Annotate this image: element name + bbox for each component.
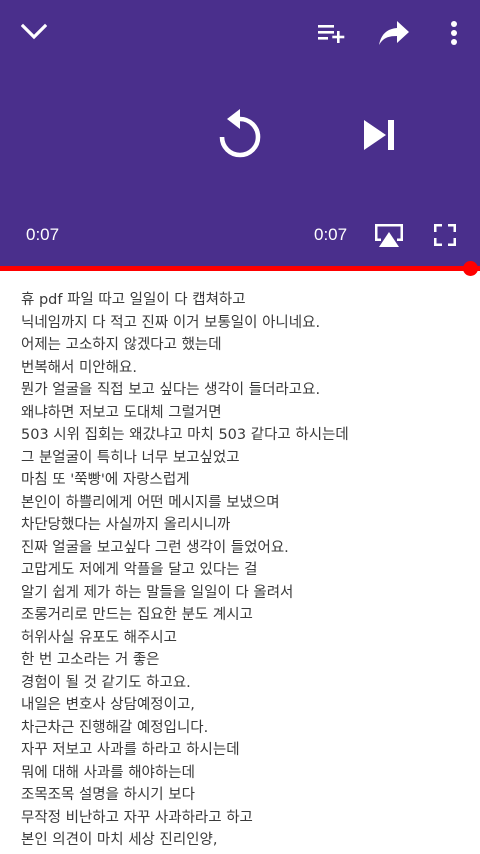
article-line: 뭔가 얼굴을 직접 보고 싶다는 생각이 들더라고요. — [21, 382, 321, 398]
skip-next-icon — [364, 120, 394, 150]
article-line: 왜냐하면 저보고 도대체 그럴거면 — [21, 404, 222, 421]
article-line: 경험이 될 것 같기도 하고요. — [21, 674, 191, 691]
share-icon — [379, 21, 409, 45]
scrubber-handle[interactable] — [463, 261, 478, 276]
article-line: 한 번 고소라는 거 좋은 — [21, 652, 160, 668]
fullscreen-icon — [434, 224, 456, 246]
article-line: 허위사실 유포도 해주시고 — [21, 629, 177, 646]
article-line: 고맙게도 저에게 악플을 달고 있다는 걸 — [21, 562, 258, 578]
article-line: 진짜 얼굴을 보고싶다 그런 생각이 들었어요. — [21, 539, 289, 556]
add-to-queue-icon — [318, 25, 345, 43]
share-button[interactable] — [374, 14, 414, 52]
chevron-down-icon — [21, 23, 47, 40]
article-line: 마침 또 '쭉빵'에 자랑스럽게 — [21, 472, 190, 488]
article-line: 자꾸 저보고 사과를 하라고 하시는데 — [21, 742, 240, 758]
article-line: 조목조목 설명을 하시기 보다 — [21, 787, 195, 803]
article-line: 차근차근 진행해갈 예정입니다. — [21, 719, 209, 736]
article-line: 조롱거리로 만드는 집요한 분도 계시고 — [21, 607, 253, 623]
more-options-button[interactable] — [438, 14, 470, 52]
article-line: 내일은 변호사 상담예정이고, — [21, 697, 195, 713]
article-line: 무작정 비난하고 자꾸 사과하라고 하고 — [21, 809, 253, 826]
article-line: 차단당했다는 사실까지 올리시니까 — [21, 517, 231, 533]
article-line: 알기 쉽게 제가 하는 말들을 일일이 다 올려서 — [21, 584, 294, 601]
article-text: 휴 pdf 파일 따고 일일이 다 캡쳐하고닉네임까지 다 적고 진짜 이거 보… — [21, 289, 466, 852]
article-line: 본인 의견이 마치 세상 진리인양, — [21, 832, 218, 848]
article-line: 휴 pdf 파일 따고 일일이 다 캡쳐하고 — [21, 292, 246, 308]
minimize-button[interactable] — [14, 14, 54, 50]
cast-icon — [375, 224, 403, 247]
replay-icon — [219, 109, 261, 158]
skip-next-button[interactable] — [356, 114, 402, 156]
add-to-queue-button[interactable] — [312, 15, 350, 51]
current-time: 0:07 — [26, 225, 60, 244]
article-line: 그 분얼굴이 특히나 너무 보고싶었고 — [21, 449, 240, 466]
cast-button[interactable] — [370, 219, 408, 251]
fullscreen-button[interactable] — [430, 220, 460, 250]
video-player[interactable]: 0:07 0:07 — [0, 0, 480, 270]
duration-time: 0:07 — [314, 225, 348, 244]
more-vert-icon — [451, 21, 457, 45]
article-line: 503 시위 집회는 왜갔냐고 마치 503 같다고 하시는데 — [21, 427, 349, 443]
article-line: 어제는 고소하지 않겠다고 했는데 — [21, 337, 222, 353]
article-line: 번복해서 미안해요. — [21, 359, 137, 376]
article-line: 닉네임까지 다 적고 진짜 이거 보통일이 아니네요. — [21, 314, 321, 331]
progress-bar[interactable] — [0, 261, 480, 276]
article-line: 뭐에 대해 사과를 해야하는데 — [21, 764, 195, 781]
replay-button[interactable] — [212, 104, 268, 166]
article-line: 본인이 하쁠리에게 어떤 메시지를 보냈으며 — [21, 494, 280, 511]
progress-fill — [0, 266, 480, 271]
